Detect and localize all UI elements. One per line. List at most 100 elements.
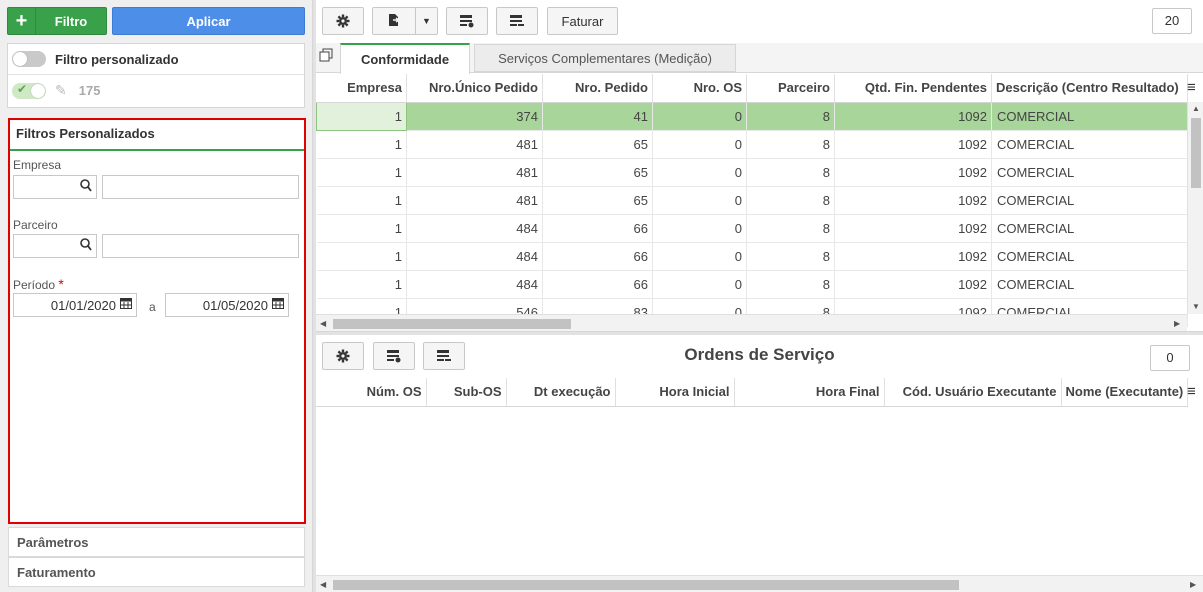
horizontal-scroll-thumb[interactable] — [333, 580, 959, 590]
pencil-icon[interactable]: ✎ — [55, 82, 67, 99]
custom-filter-row: Filtro personalizado — [8, 44, 304, 75]
scroll-up-arrow[interactable]: ▲ — [1192, 104, 1200, 113]
chevron-down-icon[interactable]: ▼ — [415, 8, 437, 34]
table-cell: 0 — [652, 270, 747, 299]
date-separator: a — [149, 300, 156, 314]
parceiro-desc-input[interactable] — [102, 234, 299, 258]
table-cell: 0 — [652, 242, 747, 271]
col-cod-usuario-executante[interactable]: Cód. Usuário Executante — [884, 378, 1062, 407]
table-cell: 484 — [406, 270, 543, 299]
scroll-left-arrow[interactable]: ◀ — [320, 319, 326, 328]
saved-filter-row: ✔ ✎ 175 — [8, 75, 304, 106]
table-cell: 1 — [316, 158, 407, 187]
scroll-right-arrow[interactable]: ▶ — [1174, 319, 1180, 328]
os-horizontal-scrollbar[interactable]: ◀ ▶ — [316, 575, 1203, 592]
search-icon[interactable] — [80, 238, 92, 254]
col-descricao-centro-resultado[interactable]: Descrição (Centro Resultado) — [991, 74, 1188, 103]
col-sub-os[interactable]: Sub-OS — [426, 378, 507, 407]
scroll-right-arrow[interactable]: ▶ — [1190, 580, 1196, 589]
table-row[interactable]: 1 484 66 0 8 1092 COMERCIAL — [316, 214, 1188, 243]
scroll-down-arrow[interactable]: ▼ — [1192, 302, 1200, 311]
table-cell: 1 — [316, 130, 407, 159]
saved-filter-toggle[interactable]: ✔ — [12, 81, 46, 99]
empresa-desc-input[interactable] — [102, 175, 299, 199]
col-nome-executante[interactable]: Nome (Executante) — [1061, 378, 1188, 407]
table-cell: COMERCIAL — [991, 158, 1188, 187]
calendar-icon[interactable] — [272, 297, 284, 312]
table-row[interactable]: 1 374 41 0 8 1092 COMERCIAL — [316, 101, 1188, 131]
search-icon[interactable] — [80, 179, 92, 195]
tab-servicos-complementares[interactable]: Serviços Complementares (Medição) — [474, 44, 736, 72]
list-options-button[interactable] — [446, 7, 488, 35]
os-column-menu-icon[interactable]: ≡ — [1187, 383, 1196, 400]
table-cell: 8 — [746, 214, 835, 243]
table-cell: COMERCIAL — [991, 214, 1188, 243]
horizontal-scroll-thumb[interactable] — [333, 319, 571, 329]
table-cell: 66 — [542, 242, 653, 271]
table-cell: 1092 — [834, 158, 992, 187]
table-cell: COMERCIAL — [991, 186, 1188, 215]
table-cell: COMERCIAL — [991, 242, 1188, 271]
custom-filter-toggle[interactable] — [12, 51, 46, 67]
page-size-input[interactable]: 20 — [1152, 8, 1192, 34]
table-cell: 1092 — [834, 270, 992, 299]
table-cell: COMERCIAL — [991, 102, 1188, 131]
table-cell: 1092 — [834, 102, 992, 131]
list-config-button[interactable] — [496, 7, 538, 35]
check-icon: ✔ — [17, 81, 28, 96]
table-cell: 0 — [652, 130, 747, 159]
gear-icon — [336, 14, 350, 28]
aplicar-button[interactable]: Aplicar — [112, 7, 305, 35]
date-to-input[interactable]: 01/05/2020 — [165, 293, 289, 317]
col-nro-os[interactable]: Nro. OS — [652, 74, 747, 103]
plus-icon: + — [8, 8, 36, 34]
faturamento-section[interactable]: Faturamento — [8, 557, 305, 587]
table-cell: 8 — [746, 242, 835, 271]
parceiro-label: Parceiro — [13, 218, 58, 232]
required-marker: * — [58, 276, 64, 292]
table-cell: 1 — [316, 214, 407, 243]
tabs-bar: Conformidade Serviços Complementares (Me… — [316, 43, 1203, 74]
table-row[interactable]: 1 481 65 0 8 1092 COMERCIAL — [316, 186, 1188, 215]
table-cell: 1 — [316, 186, 407, 215]
saved-filter-id: 175 — [78, 83, 101, 98]
empresa-code-input[interactable] — [13, 175, 97, 199]
list-remove-icon — [510, 15, 524, 26]
table-cell: COMERCIAL — [991, 130, 1188, 159]
table-cell: 481 — [406, 158, 543, 187]
grid-vertical-scrollbar[interactable]: ▲ ▼ — [1187, 102, 1203, 314]
copy-icon[interactable] — [319, 48, 333, 65]
periodo-label: Período * — [13, 276, 64, 292]
col-hora-final[interactable]: Hora Final — [734, 378, 885, 407]
table-row[interactable]: 1 484 66 0 8 1092 COMERCIAL — [316, 270, 1188, 299]
calendar-icon[interactable] — [120, 297, 132, 312]
export-icon — [373, 13, 415, 30]
date-from-input[interactable]: 01/01/2020 — [13, 293, 137, 317]
settings-button[interactable] — [322, 7, 364, 35]
col-dt-execucao[interactable]: Dt execução — [506, 378, 616, 407]
col-qtd-fin-pendentes[interactable]: Qtd. Fin. Pendentes — [834, 74, 992, 103]
grid-horizontal-scrollbar[interactable]: ◀ ▶ — [316, 314, 1187, 331]
table-cell: 65 — [542, 186, 653, 215]
faturar-button[interactable]: Faturar — [547, 7, 618, 35]
scroll-left-arrow[interactable]: ◀ — [320, 580, 326, 589]
export-split-button[interactable]: ▼ — [372, 7, 438, 35]
vertical-scroll-thumb[interactable] — [1191, 118, 1201, 188]
table-cell: 8 — [746, 158, 835, 187]
col-nro-unico-pedido[interactable]: Nro.Único Pedido — [406, 74, 543, 103]
parceiro-code-input[interactable] — [13, 234, 97, 258]
table-row[interactable]: 1 484 66 0 8 1092 COMERCIAL — [316, 242, 1188, 271]
filtro-button[interactable]: + Filtro — [7, 7, 107, 35]
table-row[interactable]: 1 481 65 0 8 1092 COMERCIAL — [316, 130, 1188, 159]
column-menu-icon[interactable]: ≡ — [1187, 79, 1196, 96]
col-empresa[interactable]: Empresa — [316, 74, 407, 103]
col-num-os[interactable]: Núm. OS — [316, 378, 427, 407]
tab-conformidade[interactable]: Conformidade — [340, 43, 470, 74]
horizontal-splitter[interactable] — [316, 331, 1203, 335]
col-hora-inicial[interactable]: Hora Inicial — [615, 378, 735, 407]
col-parceiro[interactable]: Parceiro — [746, 74, 835, 103]
parametros-section[interactable]: Parâmetros — [8, 527, 305, 557]
table-cell: 0 — [652, 214, 747, 243]
col-nro-pedido[interactable]: Nro. Pedido — [542, 74, 653, 103]
table-row[interactable]: 1 481 65 0 8 1092 COMERCIAL — [316, 158, 1188, 187]
